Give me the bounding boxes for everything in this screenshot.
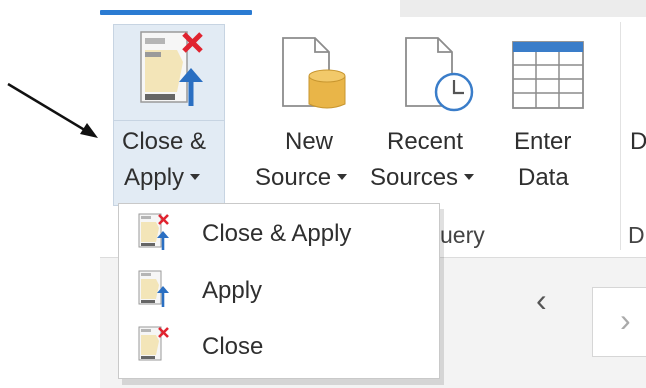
chevron-down-icon <box>190 173 201 180</box>
close-apply-label-line1: Close & <box>122 128 207 155</box>
active-tab-indicator <box>100 10 252 15</box>
recent-sources-label-line2: Sources <box>370 164 459 191</box>
menu-close-icon <box>138 326 169 361</box>
expand-chevron-icon[interactable]: › <box>620 302 631 339</box>
new-source-label-line1: New <box>285 128 334 155</box>
menu-close-apply-icon <box>138 213 169 250</box>
enter-data-label-line1[interactable]: Enter <box>514 124 571 160</box>
formula-bar-panel <box>592 287 646 357</box>
annotation-arrow <box>7 82 98 138</box>
menu-item-apply-label: Apply <box>202 277 263 304</box>
close-apply-label-line2: Apply <box>124 164 185 191</box>
new-source-icon[interactable] <box>277 36 357 116</box>
enter-data-table-icon[interactable] <box>511 40 585 112</box>
menu-item-close-apply-label: Close & Apply <box>202 220 352 247</box>
chevron-down-icon <box>337 173 348 180</box>
menu-item-close-label: Close <box>202 333 264 360</box>
new-source-label-line2: Source <box>255 164 332 191</box>
group-label-query: uery <box>440 222 485 248</box>
split-divider <box>114 120 224 121</box>
collapse-pane-chevron-icon[interactable]: ‹ <box>536 282 547 319</box>
recent-sources-dropdown[interactable]: Sources <box>370 160 475 196</box>
recent-sources-icon[interactable] <box>400 36 480 116</box>
clipped-ribbon-label[interactable]: D <box>630 124 646 160</box>
new-source-dropdown[interactable]: Source <box>255 160 348 196</box>
close-apply-dropdown[interactable]: Apply <box>124 160 201 196</box>
recent-sources-label-line1: Recent <box>387 128 464 155</box>
enter-data-label-line2[interactable]: Data <box>518 160 569 196</box>
menu-apply-icon <box>138 270 169 307</box>
close-apply-icon <box>140 31 203 106</box>
chevron-down-icon <box>464 173 475 180</box>
group-label-clipped: D <box>628 222 645 248</box>
group-separator <box>620 22 621 250</box>
